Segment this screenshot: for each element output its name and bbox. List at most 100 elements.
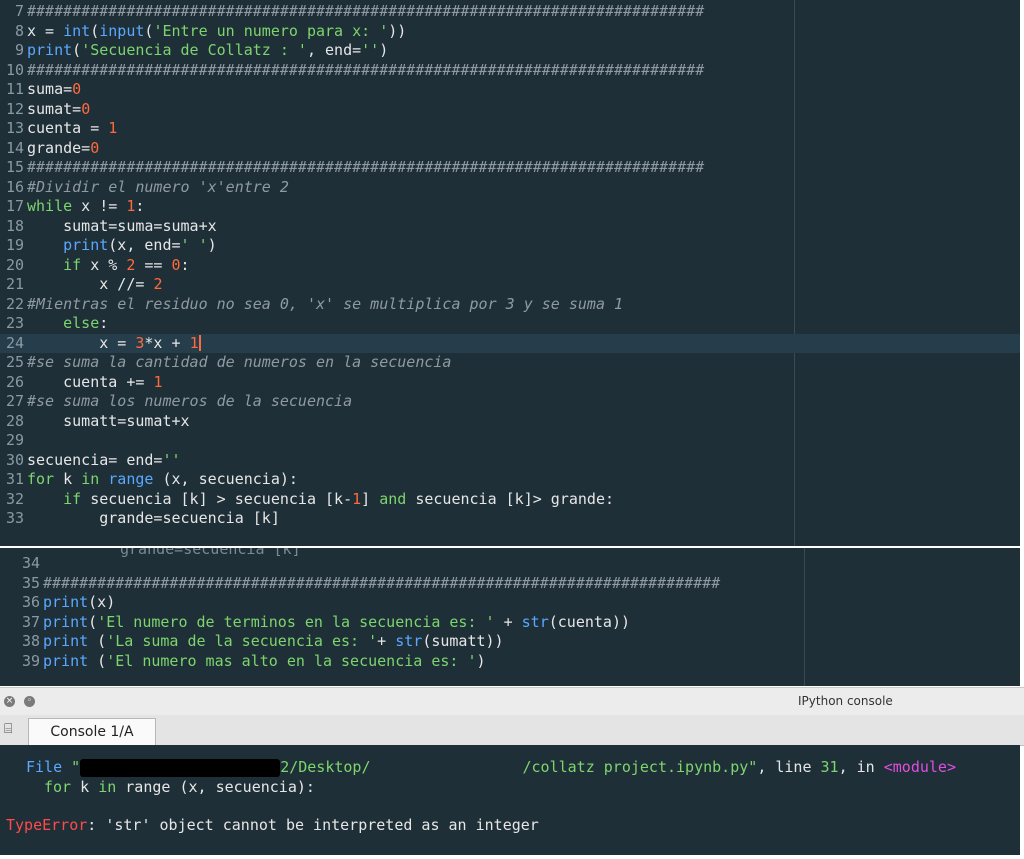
code-line[interactable]: 30 secuencia= end=''	[0, 451, 1020, 471]
line-number: 33	[5, 509, 24, 527]
code-token: )	[379, 41, 389, 59]
code-token: secuencia [k]> grande:	[406, 489, 615, 508]
code-token: (	[72, 41, 82, 59]
console-options-icon[interactable]: ⌸	[4, 721, 12, 737]
code-token: ]	[361, 489, 380, 508]
code-token: 0	[90, 138, 100, 157]
code-token: print	[43, 651, 89, 670]
code-token: str	[521, 612, 549, 631]
code-line[interactable]: 39 print ('El numero mas alto en la secue…	[0, 652, 1020, 672]
line-number: 14	[5, 138, 24, 157]
code-token: +	[377, 632, 396, 650]
code-token: 1	[352, 489, 362, 508]
code-token: #Mientras el residuo no sea 0, 'x' se mu…	[27, 294, 624, 313]
text-cursor	[198, 335, 201, 351]
code-token: ))	[388, 21, 407, 40]
code-token: and	[379, 489, 407, 508]
tab-console-1a[interactable]: Console 1/A	[28, 718, 156, 745]
code-line[interactable]: 8x = int(input('Entre un numero para x: …	[0, 22, 1020, 42]
code-line[interactable]: 28 sumatt=sumat+x	[0, 412, 1020, 432]
code-token: 'Entre un numero para x: '	[153, 21, 389, 40]
line-number: 35	[21, 573, 40, 592]
code-line[interactable]: 9 print('Secuencia de Collatz : ', end=''…	[0, 41, 1020, 61]
code-line[interactable]: 18 sumat=suma=suma+x	[0, 217, 1020, 237]
code-token: (	[88, 632, 107, 650]
line-number: 39	[21, 651, 40, 670]
undock-icon[interactable]: ◦	[24, 696, 35, 707]
code-token: 0	[81, 99, 91, 118]
line-number: 27	[5, 392, 24, 410]
code-line[interactable]: 12 sumat=0	[0, 100, 1020, 120]
code-line[interactable]: 16 #Dividir el numero 'x'entre 2	[0, 178, 1020, 198]
code-line[interactable]: 20 if x % 2 == 0:	[0, 256, 1020, 276]
code-token: +	[494, 612, 522, 631]
code-line[interactable]: 14 grande=0	[0, 139, 1020, 159]
line-number: 23	[5, 314, 24, 332]
code-token: (sumatt))	[422, 632, 504, 650]
code-line[interactable]: 11 suma=0	[0, 80, 1020, 100]
code-line[interactable]: 37 print('El numero de terminos en la sec…	[0, 613, 1020, 633]
code-line[interactable]: 7 #######################################…	[0, 2, 1020, 22]
code-token: 'El numero de terminos en la secuencia e…	[97, 612, 495, 631]
code-editor-top[interactable]: 7 #######################################…	[0, 0, 1020, 546]
code-line[interactable]: 22 #Mientras el residuo no sea 0, 'x' se …	[0, 295, 1020, 315]
code-token: ' '	[180, 236, 208, 254]
code-token: ########################################…	[27, 158, 705, 176]
code-token: x =	[27, 333, 136, 352]
code-token: sumat=	[27, 99, 82, 118]
code-line[interactable]: 26 cuenta += 1	[0, 373, 1020, 393]
code-line[interactable]: 38 print ('La suma de la secuencia es: '+…	[0, 632, 1020, 652]
code-line[interactable]: 17 while x != 1:	[0, 197, 1020, 217]
line-number: 30	[5, 450, 24, 469]
line-number: 32	[5, 489, 24, 508]
code-line[interactable]: 10 ######################################…	[0, 61, 1020, 81]
console-title-bar: × ◦ IPython console	[0, 687, 1024, 716]
line-number: 29	[5, 431, 24, 449]
code-line[interactable]: 25 #se suma la cantidad de numeros en la …	[0, 353, 1020, 373]
code-token: 2	[153, 275, 163, 293]
code-line[interactable]: 35 ######################################…	[0, 574, 1020, 594]
code-line[interactable]: 24 x = 3*x + 1	[0, 333, 1020, 353]
code-line[interactable]: 19 print(x, end=' ')	[0, 236, 1020, 256]
code-line[interactable]: 34	[0, 554, 1020, 574]
code-line[interactable]: 21 x //= 2	[0, 275, 1020, 295]
code-token: cuenta =	[27, 119, 109, 137]
code-line[interactable]: 29	[0, 431, 1020, 451]
line-number: 16	[5, 177, 24, 196]
code-line[interactable]: 27 #se suma los numeros de la secuencia	[0, 392, 1020, 412]
code-token: , end=	[306, 41, 362, 59]
code-line[interactable]: 31 for k in range (x, secuencia):	[0, 470, 1020, 490]
code-line[interactable]: 23 else:	[0, 314, 1020, 334]
path-end: /collatz project.ipynb.py"	[522, 758, 758, 776]
line-number: 17	[5, 197, 24, 215]
code-token: x //=	[27, 275, 154, 293]
code-token: ''	[361, 41, 380, 59]
error-line: TypeError: 'str' object cannot be interp…	[6, 815, 539, 835]
code-token: range	[108, 470, 154, 488]
ipython-console-output[interactable]: File " 2/Desktop//collatz project.ipynb.p…	[0, 745, 1020, 855]
code-token: if	[63, 489, 82, 508]
code-line[interactable]: 36 print(x)	[0, 593, 1020, 613]
code-token: ########################################…	[43, 573, 721, 592]
code-token: else	[63, 314, 100, 332]
line-number: 7	[14, 2, 24, 20]
code-token: sumatt=sumat+x	[27, 411, 190, 430]
code-token: k	[54, 470, 82, 488]
console-window-title: IPython console	[798, 694, 893, 708]
code-line[interactable]: 13 cuenta = 1	[0, 119, 1020, 139]
code-token: print	[43, 632, 89, 650]
code-line[interactable]: 15 ######################################…	[0, 158, 1020, 178]
code-line[interactable]: 33 grande=secuencia [k]	[0, 509, 1020, 529]
code-line[interactable]: 32 if secuencia [k] > secuencia [k-1] an…	[0, 490, 1020, 510]
line-number: 25	[5, 353, 24, 371]
line-number: 12	[5, 99, 24, 118]
code-token: print	[43, 593, 89, 611]
error-type: TypeError	[6, 816, 88, 834]
code-token: *x +	[144, 333, 190, 352]
close-icon[interactable]: ×	[4, 696, 15, 707]
line-number: 24	[5, 333, 24, 352]
code-token: 0	[171, 255, 181, 274]
code-editor-bottom[interactable]: grande=secuencia [k] 34 35 ###############…	[0, 548, 1020, 686]
